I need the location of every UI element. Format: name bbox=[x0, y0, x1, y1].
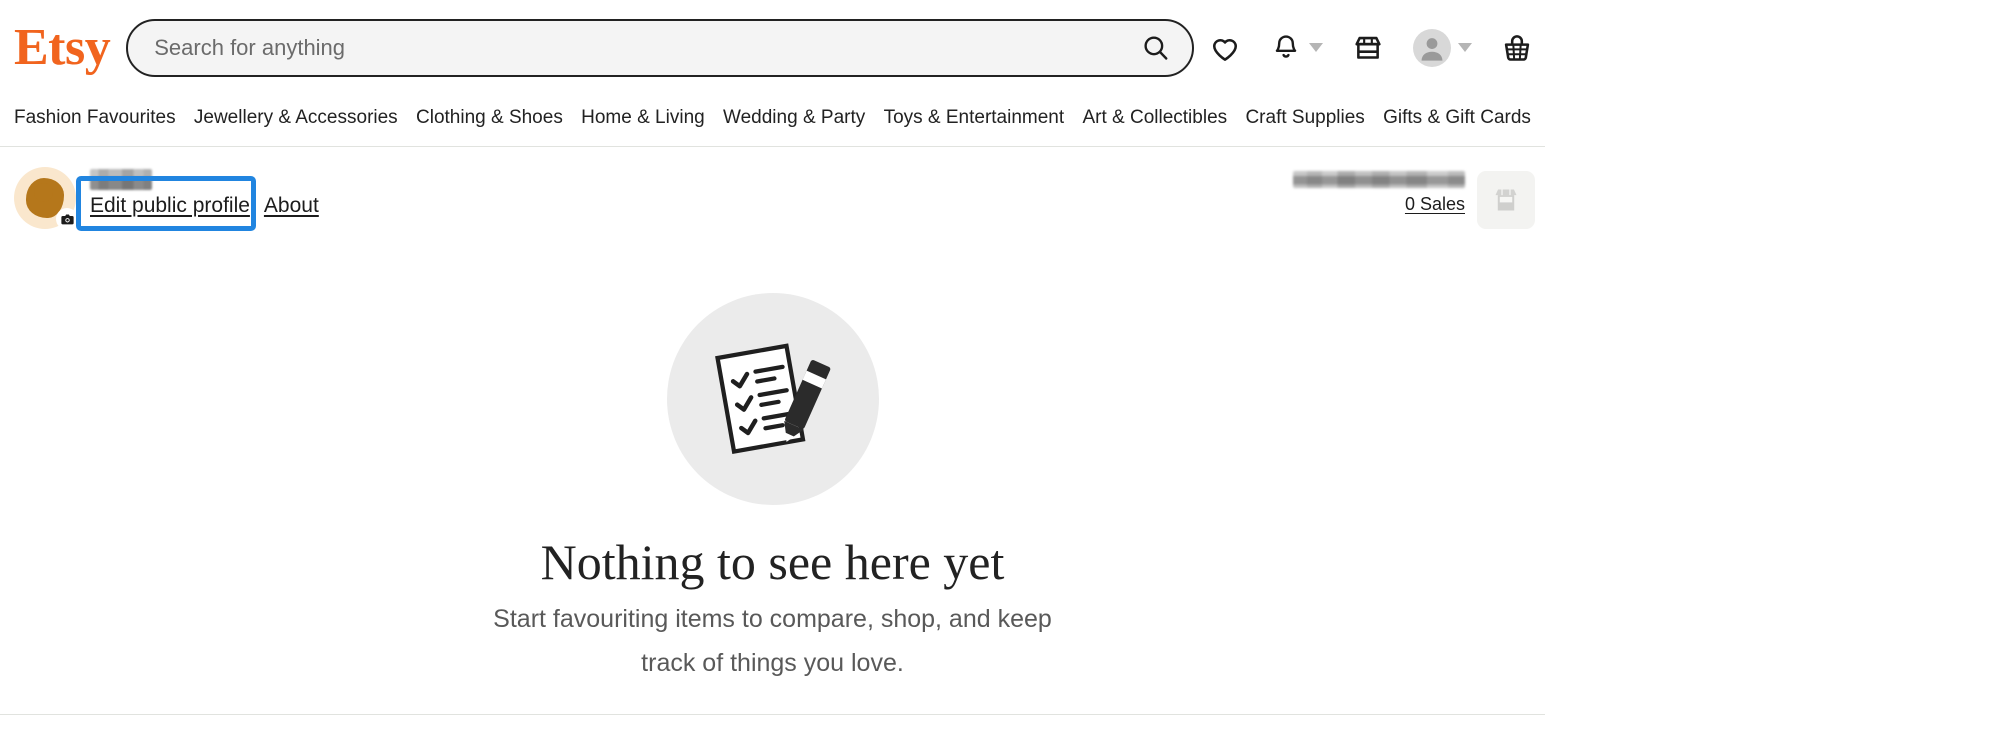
etsy-logo[interactable]: Etsy bbox=[14, 21, 111, 74]
favourites-slot bbox=[1208, 31, 1242, 65]
camera-icon bbox=[60, 214, 74, 224]
profile-username-redacted bbox=[90, 169, 152, 190]
account-chevron-down-icon[interactable] bbox=[1458, 43, 1473, 52]
nav-item-fashion-favourites[interactable]: Fashion Favourites bbox=[14, 107, 176, 129]
shop-sales-link[interactable]: 0 Sales bbox=[1405, 194, 1465, 215]
shop-manager-slot bbox=[1351, 31, 1385, 65]
account-slot bbox=[1413, 28, 1473, 67]
bottom-divider bbox=[0, 714, 1545, 715]
account-button[interactable] bbox=[1413, 28, 1452, 67]
basket-icon bbox=[1505, 34, 1530, 61]
header-actions bbox=[1194, 28, 1548, 67]
notifications-chevron-down-icon[interactable] bbox=[1309, 43, 1324, 52]
nav-item-gifts-gift-cards[interactable]: Gifts & Gift Cards bbox=[1383, 107, 1531, 129]
nav-item-home-living[interactable]: Home & Living bbox=[581, 107, 705, 129]
search-icon bbox=[1144, 35, 1168, 60]
shop-manager-button[interactable] bbox=[1351, 31, 1385, 65]
checklist-pencil-icon bbox=[714, 343, 830, 455]
notifications-button[interactable] bbox=[1270, 32, 1302, 64]
bell-icon bbox=[1275, 34, 1297, 58]
profile-row: Edit public profile About 0 Sales bbox=[0, 147, 1545, 255]
nav-item-craft-supplies[interactable]: Craft Supplies bbox=[1245, 107, 1364, 129]
empty-state-subtitle: Start favouriting items to compare, shop… bbox=[493, 605, 1052, 677]
notifications-slot bbox=[1270, 32, 1324, 64]
storefront-icon bbox=[1355, 36, 1381, 59]
content-frame: Etsy Search for anything Fashion Favouri… bbox=[0, 0, 1545, 753]
search-input[interactable] bbox=[126, 18, 1195, 77]
avatar-shape-bump bbox=[34, 183, 53, 202]
site-header: Etsy bbox=[0, 0, 1545, 95]
storefront-placeholder-icon bbox=[1495, 189, 1517, 211]
shop-text: 0 Sales bbox=[1293, 171, 1465, 215]
nav-item-clothing-shoes[interactable]: Clothing & Shoes bbox=[416, 107, 563, 129]
about-link[interactable]: About bbox=[264, 194, 319, 218]
cart-slot bbox=[1500, 31, 1534, 65]
heart-icon bbox=[1213, 38, 1238, 61]
page-root: Etsy Search for anything Fashion Favouri… bbox=[0, 0, 2000, 753]
nav-item-jewellery-accessories[interactable]: Jewellery & Accessories bbox=[194, 107, 398, 129]
edit-public-profile-link[interactable]: Edit public profile bbox=[90, 194, 250, 218]
category-nav: Fashion Favourites Jewellery & Accessori… bbox=[0, 95, 1545, 147]
avatar-icon bbox=[1421, 37, 1443, 61]
nav-item-art-collectibles[interactable]: Art & Collectibles bbox=[1082, 107, 1227, 129]
shop-summary: 0 Sales bbox=[1293, 167, 1535, 229]
profile-meta: Edit public profile About bbox=[76, 167, 319, 231]
empty-state-title: Nothing to see here yet bbox=[540, 534, 1005, 590]
search-bar bbox=[126, 18, 1195, 77]
shop-thumbnail[interactable] bbox=[1477, 171, 1535, 229]
nav-item-wedding-party[interactable]: Wedding & Party bbox=[723, 107, 865, 129]
nav-item-toys-entertainment[interactable]: Toys & Entertainment bbox=[884, 107, 1065, 129]
empty-state-illustration bbox=[666, 293, 879, 505]
search-submit-button[interactable] bbox=[1136, 28, 1176, 68]
favourites-button[interactable] bbox=[1208, 31, 1242, 65]
shop-name-redacted bbox=[1293, 171, 1465, 188]
profile-avatar-wrap bbox=[14, 167, 78, 230]
cart-button[interactable] bbox=[1500, 31, 1534, 65]
empty-state: Nothing to see here yet Start favouritin… bbox=[0, 255, 1545, 685]
profile-links: Edit public profile About bbox=[76, 176, 319, 231]
change-avatar-button[interactable] bbox=[56, 208, 78, 230]
